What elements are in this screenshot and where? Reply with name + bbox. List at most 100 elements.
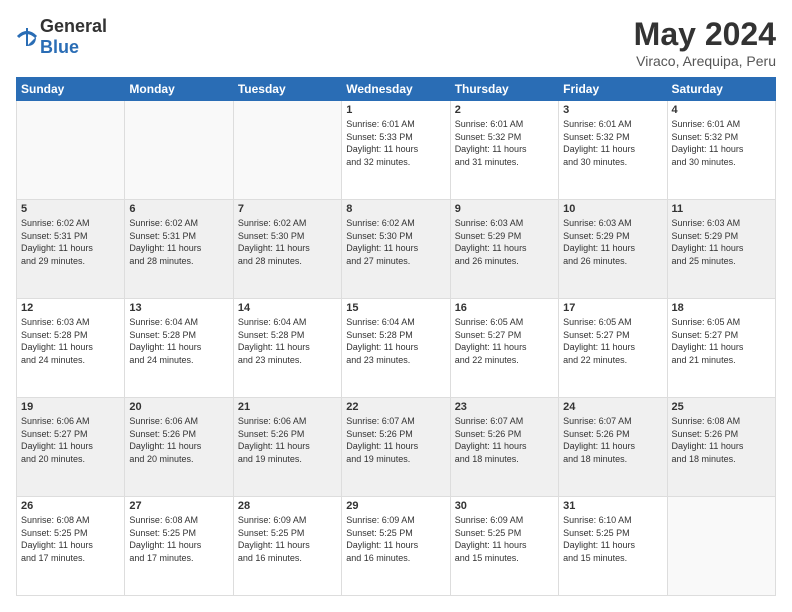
day-info: Sunrise: 6:09 AM Sunset: 5:25 PM Dayligh… xyxy=(455,514,554,564)
day-number: 13 xyxy=(129,302,228,314)
day-info: Sunrise: 6:03 AM Sunset: 5:29 PM Dayligh… xyxy=(563,217,662,267)
calendar-week-row: 1 Sunrise: 6:01 AM Sunset: 5:33 PM Daylig… xyxy=(17,101,776,200)
day-number: 15 xyxy=(346,302,445,314)
weekday-header-row: Sunday Monday Tuesday Wednesday Thursday… xyxy=(17,78,776,101)
header-sunday: Sunday xyxy=(17,78,125,101)
day-info: Sunrise: 6:01 AM Sunset: 5:33 PM Dayligh… xyxy=(346,118,445,168)
day-info: Sunrise: 6:08 AM Sunset: 5:26 PM Dayligh… xyxy=(672,415,771,465)
day-number: 28 xyxy=(238,500,337,512)
table-row: 14Sunrise: 6:04 AM Sunset: 5:28 PM Dayli… xyxy=(233,299,341,398)
table-row xyxy=(17,101,125,200)
table-row: 4 Sunrise: 6:01 AM Sunset: 5:32 PM Daylig… xyxy=(667,101,775,200)
day-info: Sunrise: 6:02 AM Sunset: 5:30 PM Dayligh… xyxy=(238,217,337,267)
day-info: Sunrise: 6:09 AM Sunset: 5:25 PM Dayligh… xyxy=(238,514,337,564)
table-row: 17Sunrise: 6:05 AM Sunset: 5:27 PM Dayli… xyxy=(559,299,667,398)
page: General Blue May 2024 Viraco, Arequipa, … xyxy=(0,0,792,612)
table-row: 7 Sunrise: 6:02 AM Sunset: 5:30 PM Daylig… xyxy=(233,200,341,299)
day-info: Sunrise: 6:01 AM Sunset: 5:32 PM Dayligh… xyxy=(455,118,554,168)
table-row: 26 Sunrise: 6:08 AM Sunset: 5:25 PM Dayli… xyxy=(17,497,125,596)
day-number: 4 xyxy=(672,104,771,116)
logo-text: General Blue xyxy=(40,16,107,58)
day-number: 31 xyxy=(563,500,662,512)
table-row: 20Sunrise: 6:06 AM Sunset: 5:26 PM Dayli… xyxy=(125,398,233,497)
day-info: Sunrise: 6:06 AM Sunset: 5:27 PM Dayligh… xyxy=(21,415,120,465)
day-number: 26 xyxy=(21,500,120,512)
day-number: 25 xyxy=(672,401,771,413)
table-row: 2 Sunrise: 6:01 AM Sunset: 5:32 PM Daylig… xyxy=(450,101,558,200)
table-row: 19 Sunrise: 6:06 AM Sunset: 5:27 PM Dayli… xyxy=(17,398,125,497)
table-row xyxy=(125,101,233,200)
day-number: 10 xyxy=(563,203,662,215)
table-row: 1 Sunrise: 6:01 AM Sunset: 5:33 PM Daylig… xyxy=(342,101,450,200)
day-info: Sunrise: 6:02 AM Sunset: 5:31 PM Dayligh… xyxy=(21,217,120,267)
header-friday: Friday xyxy=(559,78,667,101)
calendar-week-row: 26 Sunrise: 6:08 AM Sunset: 5:25 PM Dayli… xyxy=(17,497,776,596)
day-info: Sunrise: 6:01 AM Sunset: 5:32 PM Dayligh… xyxy=(672,118,771,168)
day-number: 1 xyxy=(346,104,445,116)
calendar-table: Sunday Monday Tuesday Wednesday Thursday… xyxy=(16,77,776,596)
calendar-week-row: 5Sunrise: 6:02 AM Sunset: 5:31 PM Daylig… xyxy=(17,200,776,299)
logo-general: General xyxy=(40,16,107,36)
calendar-week-row: 19 Sunrise: 6:06 AM Sunset: 5:27 PM Dayli… xyxy=(17,398,776,497)
day-info: Sunrise: 6:01 AM Sunset: 5:32 PM Dayligh… xyxy=(563,118,662,168)
table-row: 8Sunrise: 6:02 AM Sunset: 5:30 PM Daylig… xyxy=(342,200,450,299)
table-row: 6 Sunrise: 6:02 AM Sunset: 5:31 PM Daylig… xyxy=(125,200,233,299)
logo: General Blue xyxy=(16,16,107,58)
day-number: 2 xyxy=(455,104,554,116)
day-info: Sunrise: 6:03 AM Sunset: 5:28 PM Dayligh… xyxy=(21,316,120,366)
table-row: 16 Sunrise: 6:05 AM Sunset: 5:27 PM Dayli… xyxy=(450,299,558,398)
day-number: 11 xyxy=(672,203,771,215)
header-tuesday: Tuesday xyxy=(233,78,341,101)
table-row: 18 Sunrise: 6:05 AM Sunset: 5:27 PM Dayli… xyxy=(667,299,775,398)
table-row: 30 Sunrise: 6:09 AM Sunset: 5:25 PM Dayli… xyxy=(450,497,558,596)
location: Viraco, Arequipa, Peru xyxy=(634,53,776,69)
day-number: 27 xyxy=(129,500,228,512)
table-row: 22Sunrise: 6:07 AM Sunset: 5:26 PM Dayli… xyxy=(342,398,450,497)
table-row xyxy=(233,101,341,200)
header-saturday: Saturday xyxy=(667,78,775,101)
day-number: 7 xyxy=(238,203,337,215)
day-info: Sunrise: 6:07 AM Sunset: 5:26 PM Dayligh… xyxy=(455,415,554,465)
table-row xyxy=(667,497,775,596)
day-number: 14 xyxy=(238,302,337,314)
day-info: Sunrise: 6:03 AM Sunset: 5:29 PM Dayligh… xyxy=(672,217,771,267)
table-row: 27 Sunrise: 6:08 AM Sunset: 5:25 PM Dayli… xyxy=(125,497,233,596)
header-monday: Monday xyxy=(125,78,233,101)
day-info: Sunrise: 6:05 AM Sunset: 5:27 PM Dayligh… xyxy=(672,316,771,366)
day-number: 12 xyxy=(21,302,120,314)
day-number: 30 xyxy=(455,500,554,512)
day-number: 29 xyxy=(346,500,445,512)
day-number: 24 xyxy=(563,401,662,413)
day-info: Sunrise: 6:08 AM Sunset: 5:25 PM Dayligh… xyxy=(21,514,120,564)
day-number: 23 xyxy=(455,401,554,413)
table-row: 29 Sunrise: 6:09 AM Sunset: 5:25 PM Dayli… xyxy=(342,497,450,596)
table-row: 25 Sunrise: 6:08 AM Sunset: 5:26 PM Dayli… xyxy=(667,398,775,497)
day-number: 18 xyxy=(672,302,771,314)
table-row: 31Sunrise: 6:10 AM Sunset: 5:25 PM Dayli… xyxy=(559,497,667,596)
table-row: 9Sunrise: 6:03 AM Sunset: 5:29 PM Daylig… xyxy=(450,200,558,299)
logo-blue: Blue xyxy=(40,37,79,57)
table-row: 24Sunrise: 6:07 AM Sunset: 5:26 PM Dayli… xyxy=(559,398,667,497)
day-info: Sunrise: 6:03 AM Sunset: 5:29 PM Dayligh… xyxy=(455,217,554,267)
table-row: 15 Sunrise: 6:04 AM Sunset: 5:28 PM Dayli… xyxy=(342,299,450,398)
table-row: 3Sunrise: 6:01 AM Sunset: 5:32 PM Daylig… xyxy=(559,101,667,200)
day-number: 21 xyxy=(238,401,337,413)
day-info: Sunrise: 6:08 AM Sunset: 5:25 PM Dayligh… xyxy=(129,514,228,564)
header-thursday: Thursday xyxy=(450,78,558,101)
day-info: Sunrise: 6:05 AM Sunset: 5:27 PM Dayligh… xyxy=(455,316,554,366)
table-row: 10 Sunrise: 6:03 AM Sunset: 5:29 PM Dayli… xyxy=(559,200,667,299)
table-row: 11 Sunrise: 6:03 AM Sunset: 5:29 PM Dayli… xyxy=(667,200,775,299)
day-number: 16 xyxy=(455,302,554,314)
table-row: 28 Sunrise: 6:09 AM Sunset: 5:25 PM Dayli… xyxy=(233,497,341,596)
day-number: 8 xyxy=(346,203,445,215)
day-info: Sunrise: 6:04 AM Sunset: 5:28 PM Dayligh… xyxy=(346,316,445,366)
day-info: Sunrise: 6:02 AM Sunset: 5:31 PM Dayligh… xyxy=(129,217,228,267)
day-number: 19 xyxy=(21,401,120,413)
day-number: 6 xyxy=(129,203,228,215)
table-row: 23 Sunrise: 6:07 AM Sunset: 5:26 PM Dayli… xyxy=(450,398,558,497)
day-number: 17 xyxy=(563,302,662,314)
calendar-week-row: 12 Sunrise: 6:03 AM Sunset: 5:28 PM Dayli… xyxy=(17,299,776,398)
logo-icon xyxy=(16,26,38,48)
title-area: May 2024 Viraco, Arequipa, Peru xyxy=(634,16,776,69)
day-info: Sunrise: 6:09 AM Sunset: 5:25 PM Dayligh… xyxy=(346,514,445,564)
